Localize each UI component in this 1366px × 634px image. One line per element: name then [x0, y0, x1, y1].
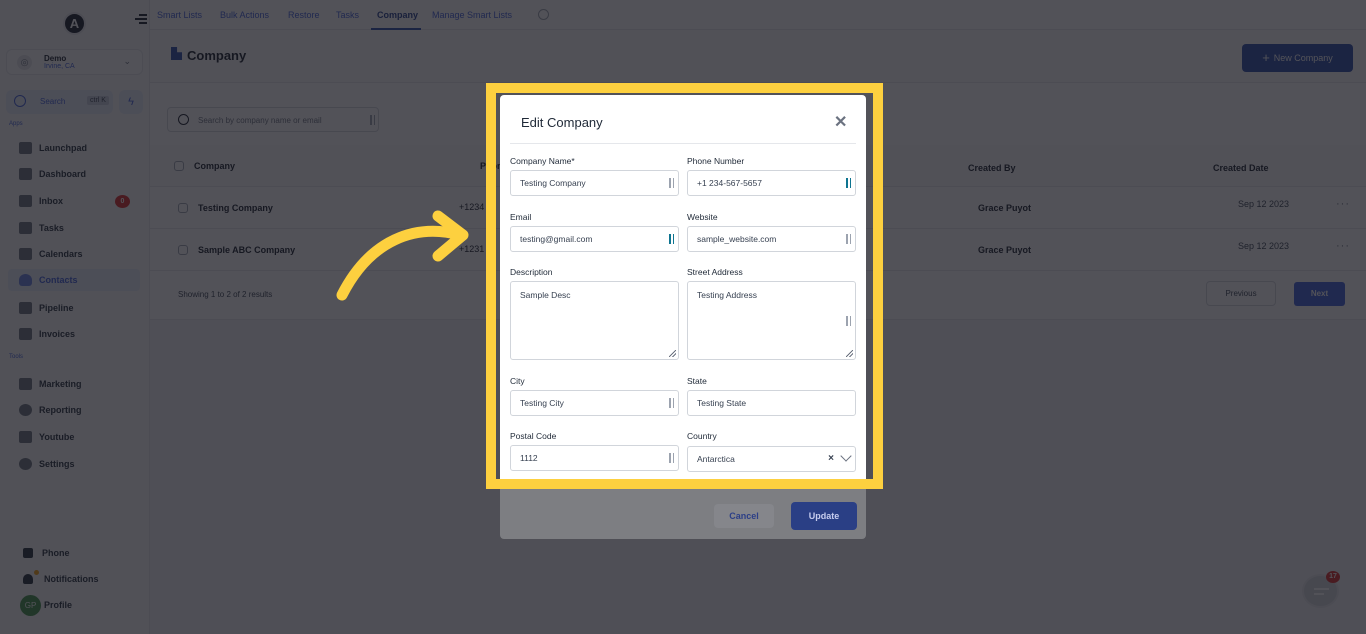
update-button[interactable]: Update	[791, 502, 857, 530]
highlight-frame	[486, 83, 883, 489]
cancel-button[interactable]: Cancel	[714, 504, 774, 528]
arrow-shaft	[336, 225, 466, 301]
annotation-arrow-icon	[336, 210, 469, 301]
